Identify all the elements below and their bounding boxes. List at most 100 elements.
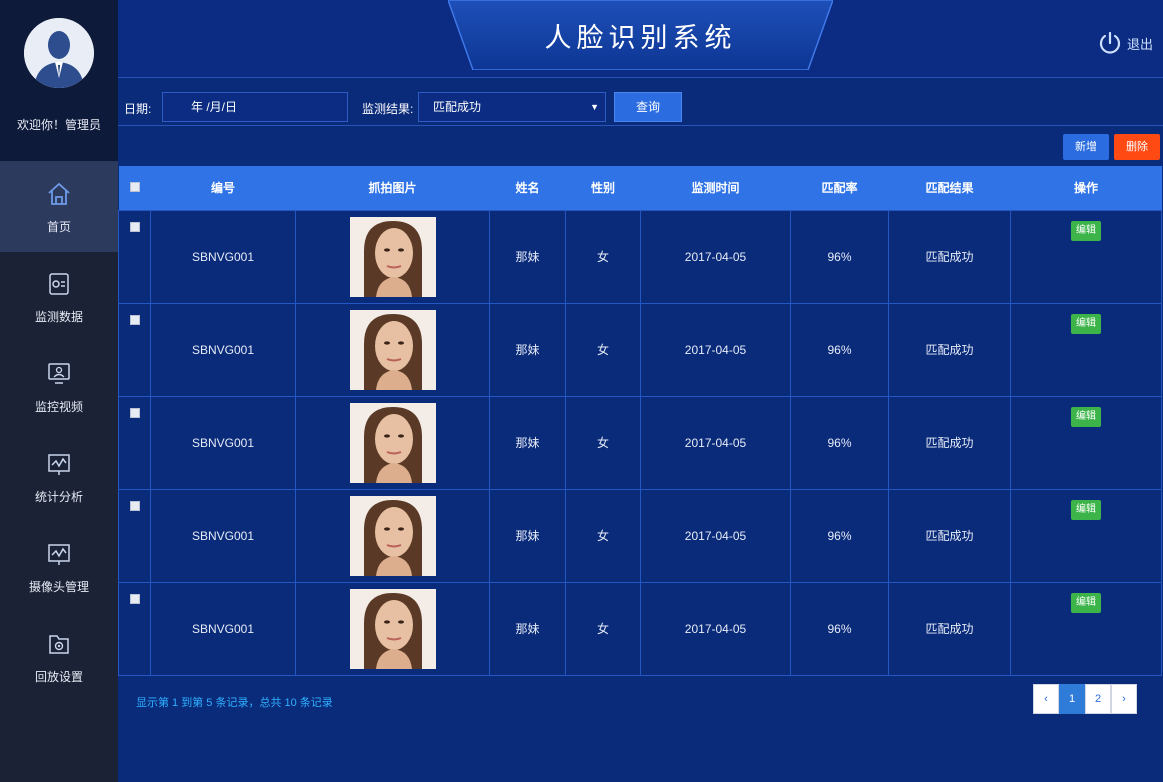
column-header-action: 操作 — [1073, 181, 1098, 196]
page-button-1[interactable]: 1 — [1059, 684, 1085, 714]
cell-photo — [295, 302, 490, 397]
cell-time: 2017-04-05 — [640, 302, 791, 397]
edit-button[interactable]: 编辑 — [1071, 592, 1101, 613]
cell-rate: 96% — [790, 488, 889, 583]
sidebar-item-1[interactable]: 监测数据 — [0, 252, 118, 342]
sidebar-item-5[interactable]: 回放设置 — [0, 612, 118, 702]
sidebar-item-2[interactable]: 监控视频 — [0, 342, 118, 432]
records-table: 编号 抓拍图片 姓名 性别 监测时间 匹配率 匹配结果 操作 SBNVG001 那… — [118, 166, 1162, 676]
edit-button[interactable]: 编辑 — [1071, 220, 1101, 241]
cell-id: SBNVG001 — [150, 395, 296, 490]
welcome-text: 欢迎你！管理员 — [16, 118, 101, 132]
cell-id: SBNVG001 — [150, 581, 296, 676]
home-icon — [45, 180, 73, 208]
row-select-cell — [118, 395, 151, 490]
statistics-icon — [45, 450, 73, 478]
table-row: SBNVG001 那妹女 2017-04-05 96% 匹配成功 编辑 — [118, 302, 1162, 397]
data-monitor-icon — [45, 270, 73, 298]
row-checkbox[interactable] — [129, 500, 140, 511]
cell-rate: 96% — [790, 581, 889, 676]
cell-gender: 女 — [565, 395, 641, 490]
cell-id: SBNVG001 — [150, 209, 296, 304]
table-row: SBNVG001 那妹女 2017-04-05 96% 匹配成功 编辑 — [118, 488, 1162, 583]
cell-photo — [295, 395, 490, 490]
cell-photo — [295, 209, 490, 304]
captured-face-photo — [349, 402, 436, 483]
row-checkbox[interactable] — [129, 593, 140, 604]
cell-rate: 96% — [790, 302, 889, 397]
column-header-time: 监测时间 — [691, 181, 740, 196]
pagination: ‹ 1 2 › — [1033, 684, 1137, 714]
video-monitor-icon — [45, 360, 73, 388]
cell-id: SBNVG001 — [150, 302, 296, 397]
date-label: 日期: — [124, 102, 152, 116]
column-header-gender: 性别 — [590, 181, 615, 196]
cell-action: 编辑 — [1010, 581, 1162, 676]
sidebar-item-3[interactable]: 统计分析 — [0, 432, 118, 522]
captured-face-photo — [349, 309, 436, 390]
sidebar-item-label: 首页 — [46, 219, 71, 234]
table-row: SBNVG001 那妹女 2017-04-05 96% 匹配成功 编辑 — [118, 581, 1162, 676]
prev-page-button[interactable]: ‹ — [1033, 684, 1059, 714]
cell-photo — [295, 581, 490, 676]
cell-name: 那妹 — [489, 209, 566, 304]
select-all-checkbox[interactable] — [129, 181, 140, 192]
cell-name: 那妹 — [489, 581, 566, 676]
header: 人脸识别系统 退出 — [118, 0, 1163, 78]
result-label: 监测结果: — [362, 102, 414, 116]
filter-bar: 日期: 年 /月/日 监测结果: 匹配成功 ▼ 查询 — [118, 80, 1163, 126]
cell-time: 2017-04-05 — [640, 395, 791, 490]
logout-button[interactable]: 退出 — [1097, 30, 1153, 56]
page-button-2[interactable]: 2 — [1085, 684, 1111, 714]
cell-gender: 女 — [565, 209, 641, 304]
playback-settings-icon — [45, 630, 73, 658]
edit-button[interactable]: 编辑 — [1071, 313, 1101, 334]
date-input[interactable]: 年 /月/日 — [162, 92, 348, 122]
logout-label: 退出 — [1126, 36, 1153, 52]
column-header-result: 匹配结果 — [925, 181, 974, 196]
power-icon — [1099, 31, 1121, 54]
cell-name: 那妹 — [489, 302, 566, 397]
cell-result: 匹配成功 — [888, 209, 1011, 304]
cell-result: 匹配成功 — [888, 395, 1011, 490]
camera-manage-icon — [45, 540, 73, 568]
records-summary: 显示第 1 到第 5 条记录，总共 10 条记录 — [136, 697, 333, 709]
cell-rate: 96% — [790, 395, 889, 490]
cell-result: 匹配成功 — [888, 581, 1011, 676]
sidebar-item-label: 监控视频 — [34, 399, 83, 414]
delete-button[interactable]: 删除 — [1114, 134, 1160, 160]
row-checkbox[interactable] — [129, 314, 140, 325]
query-button[interactable]: 查询 — [614, 92, 682, 122]
column-header-name: 姓名 — [515, 181, 540, 196]
cell-time: 2017-04-05 — [640, 488, 791, 583]
row-checkbox[interactable] — [129, 407, 140, 418]
cell-name: 那妹 — [489, 395, 566, 490]
table-header-row: 编号 抓拍图片 姓名 性别 监测时间 匹配率 匹配结果 操作 — [118, 166, 1162, 210]
next-page-button[interactable]: › — [1111, 684, 1137, 714]
cell-photo — [295, 488, 490, 583]
table-row: SBNVG001 那妹女 2017-04-05 96% 匹配成功 编辑 — [118, 209, 1162, 304]
add-button[interactable]: 新增 — [1063, 134, 1109, 160]
edit-button[interactable]: 编辑 — [1071, 406, 1101, 427]
captured-face-photo — [349, 588, 436, 669]
sidebar-item-label: 回放设置 — [34, 669, 83, 684]
column-header-rate: 匹配率 — [821, 181, 858, 196]
cell-action: 编辑 — [1010, 209, 1162, 304]
sidebar-item-label: 统计分析 — [34, 489, 83, 504]
table-row: SBNVG001 那妹女 2017-04-05 96% 匹配成功 编辑 — [118, 395, 1162, 490]
result-select[interactable]: 匹配成功 ▼ — [418, 92, 606, 122]
sidebar-item-4[interactable]: 摄像头管理 — [0, 522, 118, 612]
user-profile: 欢迎你！管理员 — [0, 0, 118, 162]
edit-button[interactable]: 编辑 — [1071, 499, 1101, 520]
sidebar-item-label: 监测数据 — [34, 309, 83, 324]
row-checkbox[interactable] — [129, 221, 140, 232]
dropdown-arrow-icon: ▼ — [590, 102, 599, 112]
result-select-value: 匹配成功 — [433, 100, 482, 114]
cell-result: 匹配成功 — [888, 302, 1011, 397]
cell-time: 2017-04-05 — [640, 209, 791, 304]
sidebar-item-0[interactable]: 首页 — [0, 162, 118, 252]
page-title: 人脸识别系统 — [544, 23, 737, 53]
captured-face-photo — [349, 495, 436, 576]
avatar — [24, 18, 94, 88]
cell-name: 那妹 — [489, 488, 566, 583]
